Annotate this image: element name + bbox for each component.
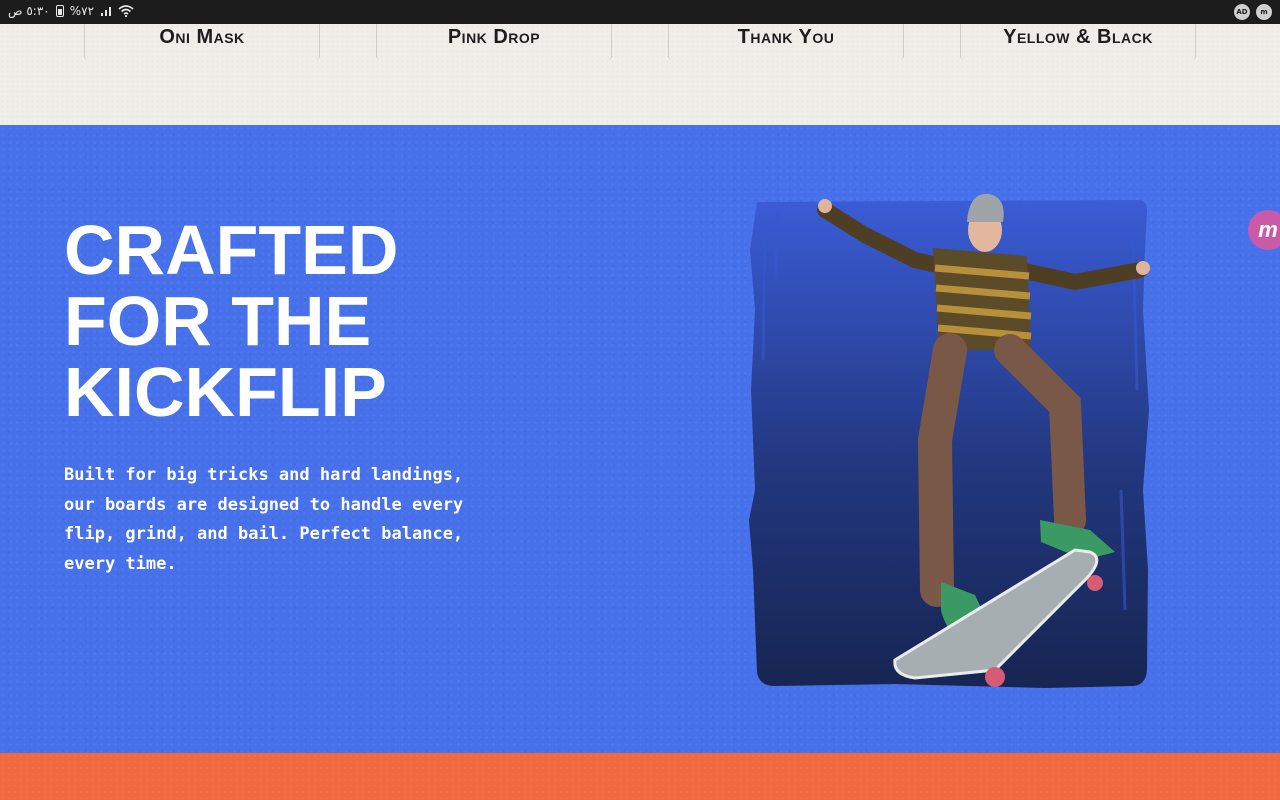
headline-line: FOR THE [64, 282, 372, 360]
product-label: Oni Mask [159, 26, 245, 48]
product-label: Yellow & Black [1003, 26, 1153, 48]
time-text: ٥:٣٠ ص [8, 4, 50, 18]
beanie [967, 193, 1004, 222]
status-bar: ٥:٣٠ ص %٧٢ AD m [0, 0, 1280, 24]
ad-badge-icon: AD [1234, 4, 1250, 20]
product-tab-pink-drop[interactable]: Pink Drop [376, 24, 612, 60]
status-left: ٥:٣٠ ص %٧٢ [8, 4, 134, 18]
skater-illustration [749, 193, 1150, 688]
wheel [1087, 575, 1103, 591]
product-strip: Oni Mask Pink Drop Thank You Yellow & Bl… [0, 24, 1280, 125]
wheel [985, 667, 1005, 687]
headline-line: KICKFLIP [64, 353, 387, 431]
battery-icon [55, 5, 64, 17]
m-badge-icon: m [1256, 4, 1272, 20]
product-tab-yellow-black[interactable]: Yellow & Black [960, 24, 1196, 60]
product-label: Pink Drop [447, 26, 541, 48]
signal-icon [101, 7, 112, 16]
hero-section: CRAFTED FOR THE KICKFLIP Built for big t… [0, 125, 1280, 753]
headline-line: CRAFTED [64, 211, 399, 289]
skater-photo [745, 190, 1155, 700]
product-label: Thank You [737, 26, 835, 48]
battery-text: %٧٢ [69, 4, 95, 18]
hero-headline: CRAFTED FOR THE KICKFLIP [64, 215, 524, 428]
page: ٥:٣٠ ص %٧٢ AD m Oni Mask Pink Drop Thank… [0, 0, 1280, 800]
left-leg [917, 333, 967, 607]
left-hand [818, 199, 832, 213]
chat-widget-button[interactable]: m [1248, 210, 1280, 250]
product-tab-oni-mask[interactable]: Oni Mask [84, 24, 320, 60]
hero-description: Built for big tricks and hard landings, … [64, 465, 464, 574]
right-hand [1136, 261, 1150, 275]
status-right: AD m [1234, 4, 1272, 20]
product-tab-thank-you[interactable]: Thank You [668, 24, 904, 60]
next-section-band [0, 753, 1280, 800]
wifi-icon [118, 5, 134, 17]
